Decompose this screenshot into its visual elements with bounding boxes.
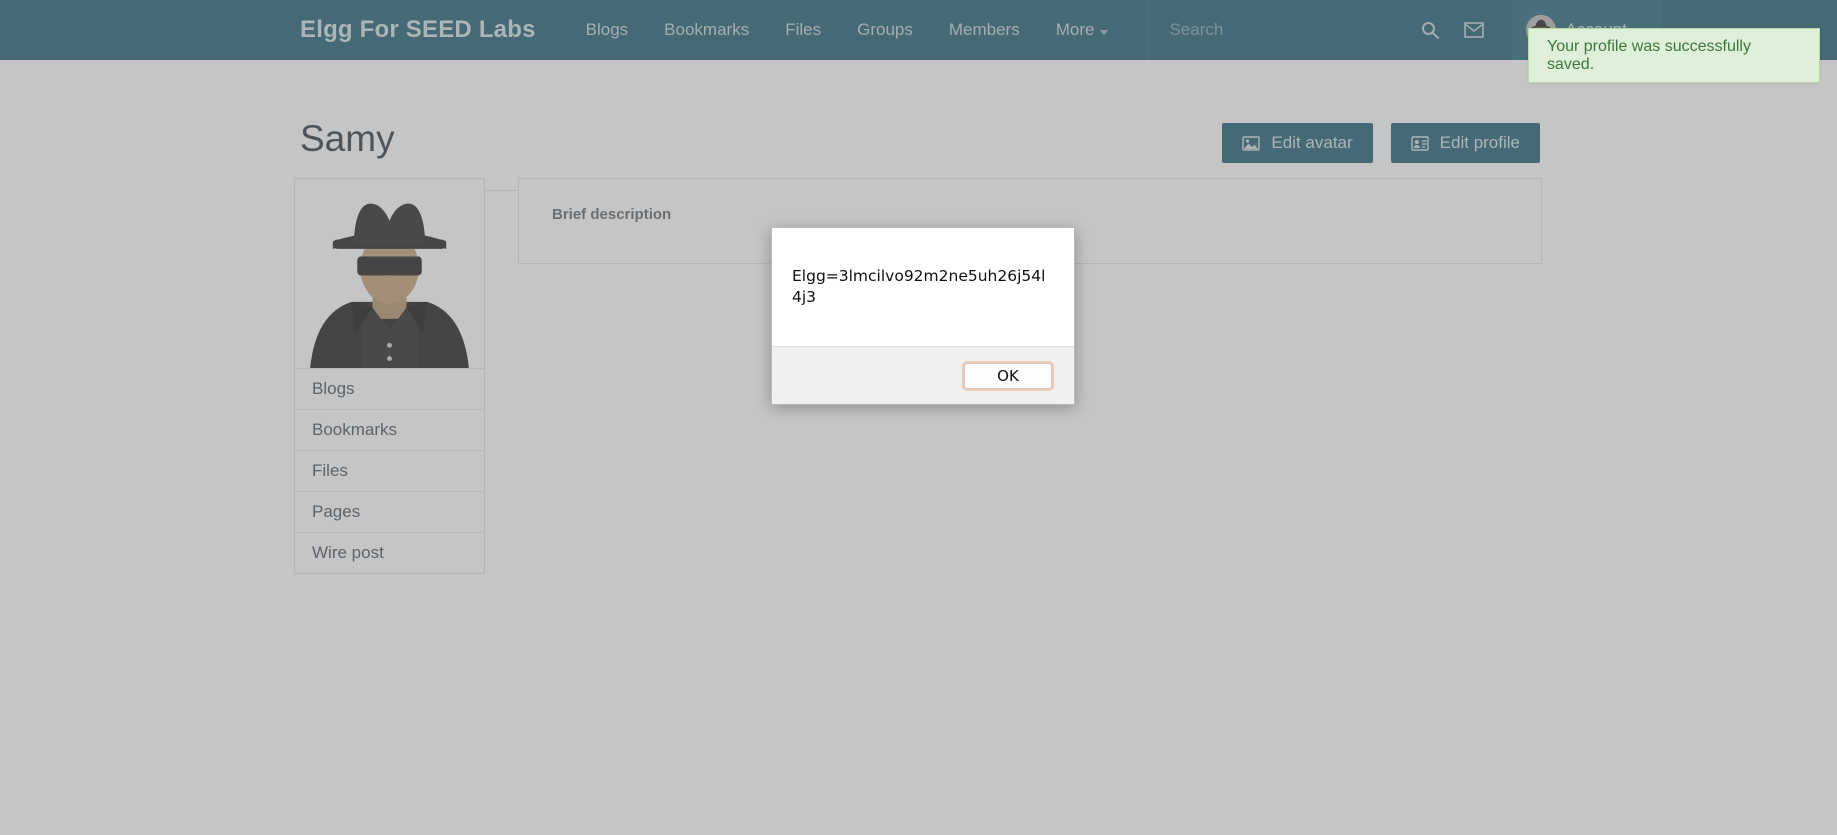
alert-message: Elgg=3lmcilvo92m2ne5uh26j54l4j3 (792, 267, 1046, 306)
search-input[interactable] (1167, 19, 1409, 41)
nav-item-bookmarks[interactable]: Bookmarks (646, 20, 767, 40)
nav-item-label: Groups (857, 20, 913, 39)
sidebar-item-bookmarks[interactable]: Bookmarks (295, 409, 484, 450)
page-root: Elgg For SEED Labs Blogs Bookmarks Files… (0, 0, 1837, 835)
toast-message: Your profile was successfully saved. (1547, 37, 1751, 73)
brief-description-label: Brief description (552, 206, 672, 223)
button-label: Edit profile (1439, 133, 1520, 152)
edit-avatar-button[interactable]: Edit avatar (1222, 123, 1373, 163)
profile-avatar[interactable] (295, 179, 484, 368)
main-nav-links: Blogs Bookmarks Files Groups Members Mor… (568, 20, 1127, 40)
nav-item-files[interactable]: Files (767, 20, 839, 40)
sidebar-item-wire-post[interactable]: Wire post (295, 532, 484, 573)
id-card-icon (1410, 135, 1429, 151)
button-label: Edit avatar (1271, 133, 1353, 152)
alert-ok-button[interactable]: OK (964, 362, 1052, 389)
status-toast: Your profile was successfully saved. (1528, 28, 1820, 83)
site-brand[interactable]: Elgg For SEED Labs (300, 16, 536, 44)
javascript-alert-dialog: Elgg=3lmcilvo92m2ne5uh26j54l4j3 OK (771, 227, 1075, 405)
alert-footer: OK (772, 346, 1074, 404)
nav-item-label: More (1055, 20, 1095, 39)
chevron-down-icon (1100, 29, 1109, 35)
envelope-icon[interactable] (1452, 0, 1496, 60)
nav-item-more[interactable]: More (1038, 20, 1127, 40)
sidebar-item-blogs[interactable]: Blogs (295, 368, 484, 409)
nav-item-members[interactable]: Members (931, 20, 1038, 40)
page-header: Samy Edit avatar Edit profile (0, 90, 1837, 191)
profile-menu: Blogs Bookmarks Files Pages Wire post (295, 368, 484, 573)
profile-sidebar: Blogs Bookmarks Files Pages Wire post (294, 178, 485, 574)
nav-item-label: Files (785, 20, 822, 39)
image-icon (1242, 135, 1261, 151)
page-actions: Edit avatar Edit profile (1222, 123, 1540, 163)
page-title: Samy (300, 118, 395, 159)
search-box[interactable] (1148, 0, 1409, 60)
sidebar-item-pages[interactable]: Pages (295, 491, 484, 532)
page-body: Samy Edit avatar Edit profile Blogs Book… (0, 60, 1837, 835)
search-icon[interactable] (1408, 0, 1452, 60)
edit-profile-button[interactable]: Edit profile (1390, 123, 1540, 163)
nav-item-groups[interactable]: Groups (839, 20, 931, 40)
sidebar-item-files[interactable]: Files (295, 450, 484, 491)
alert-body: Elgg=3lmcilvo92m2ne5uh26j54l4j3 (772, 228, 1074, 346)
nav-item-label: Bookmarks (664, 20, 750, 39)
nav-item-label: Members (948, 20, 1020, 39)
nav-item-label: Blogs (585, 20, 629, 39)
nav-item-blogs[interactable]: Blogs (568, 20, 647, 40)
